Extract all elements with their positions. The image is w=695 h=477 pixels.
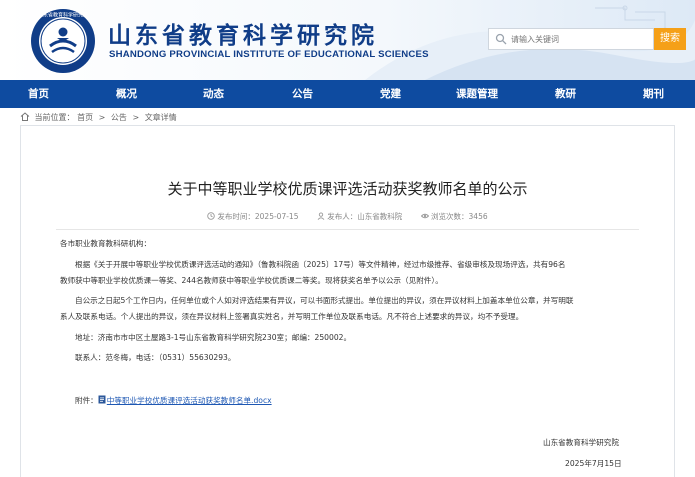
- home-icon: [20, 112, 30, 121]
- article-title: 关于中等职业学校优质课评选活动获奖教师名单的公示: [167, 180, 528, 198]
- signature-org: 山东省教育科学研究院: [543, 438, 619, 447]
- publisher-label: 发布人：: [327, 212, 358, 221]
- paragraph-2: 自公示之日起5个工作日内，任何单位或个人如对评选结果有异议，可以书面形式提出。单…: [60, 293, 573, 325]
- attachment-label: 附件：: [75, 396, 98, 405]
- nav-item-party[interactable]: 党建: [380, 80, 401, 108]
- logo-emblem[interactable]: 山东省教育科学研究院: [30, 8, 96, 74]
- breadcrumb-separator: >: [132, 113, 140, 122]
- nav-item-journal[interactable]: 期刊: [643, 80, 664, 108]
- signature-date: 2025年7月15日: [565, 459, 622, 468]
- search-input[interactable]: [511, 31, 651, 47]
- site-title: 山东省教育科学研究院: [108, 22, 378, 49]
- paragraph-2-line: 自公示之日起5个工作日内，任何单位或个人如对评选结果有异议，可以书面形式提出。单…: [75, 296, 574, 305]
- nav-item-news[interactable]: 动态: [203, 80, 224, 108]
- main-nav: 首页 概况 动态 公告 党建 课题管理 教研 期刊: [0, 80, 695, 108]
- breadcrumb-item-current: 文章详情: [144, 113, 177, 122]
- publish-label: 发布时间：: [217, 212, 255, 221]
- article-meta: 发布时间：2025-07-15 发布人：山东省教科院 浏览次数：3456: [0, 211, 695, 222]
- publish-date: 2025-07-15: [254, 212, 299, 221]
- user-icon: [317, 212, 325, 220]
- logo-ring-text: 山东省教育科学研究院: [38, 12, 88, 19]
- views-label: 浏览次数：: [431, 212, 469, 221]
- breadcrumb-separator: >: [98, 113, 106, 122]
- nav-item-teaching-research[interactable]: 教研: [555, 80, 576, 108]
- paragraph-2-line: 系人及联系电话。个人提出的异议，须在异议材料上签署真实姓名，并写明工作单位及联系…: [60, 312, 524, 321]
- views-count: 3456: [468, 212, 488, 221]
- site-subtitle: SHANDONG PROVINCIAL INSTITUTE OF EDUCATI…: [109, 49, 429, 60]
- nav-item-overview[interactable]: 概况: [116, 80, 137, 108]
- meta-divider: [56, 229, 639, 230]
- paragraph-1-line: 根据《关于开展中等职业学校优质课评选活动的通知》（鲁教科院函〔2025〕17号）…: [75, 260, 566, 269]
- search-icon: [495, 33, 507, 45]
- attachment-line: 附件： 中等职业学校优质课评选活动获奖教师名单.docx: [75, 393, 272, 409]
- breadcrumb-item-notices[interactable]: 公告: [111, 113, 127, 122]
- clock-icon: [207, 212, 216, 220]
- nav-item-home[interactable]: 首页: [28, 80, 49, 108]
- breadcrumb-item-home[interactable]: 首页: [77, 113, 93, 122]
- search-box: [488, 28, 654, 50]
- breadcrumb-label: 当前位置：: [34, 113, 75, 122]
- attachment-link[interactable]: 中等职业学校优质课评选活动获奖教师名单.docx: [107, 396, 272, 405]
- paragraph-1-line: 教师获中等职业学校优质课一等奖、244名教师获中等职业学校优质课二等奖。现将获奖…: [60, 276, 443, 285]
- breadcrumb: 当前位置： 首页 > 公告 > 文章详情: [20, 112, 177, 123]
- search-button[interactable]: 搜索: [654, 28, 686, 50]
- address-line: 地址：济南市市中区土屋路3-1号山东省教育科学研究院230室；邮编：250002…: [75, 333, 352, 342]
- salutation: 各市职业教育教科研机构：: [60, 239, 152, 248]
- nav-item-notices[interactable]: 公告: [292, 80, 313, 108]
- doc-icon: [98, 395, 106, 404]
- site-header: 山东省教育科学研究院 山东省教育科学研究院 SHANDONG PROVINCIA…: [0, 0, 695, 80]
- publisher-name: 山东省教科院: [357, 212, 403, 221]
- nav-item-research-projects[interactable]: 课题管理: [456, 80, 498, 108]
- eye-icon: [421, 213, 430, 219]
- contact-line: 联系人：范冬梅，电话：（0531）55630293。: [75, 353, 236, 362]
- paragraph-1: 根据《关于开展中等职业学校优质课评选活动的通知》（鲁教科院函〔2025〕17号）…: [60, 257, 565, 289]
